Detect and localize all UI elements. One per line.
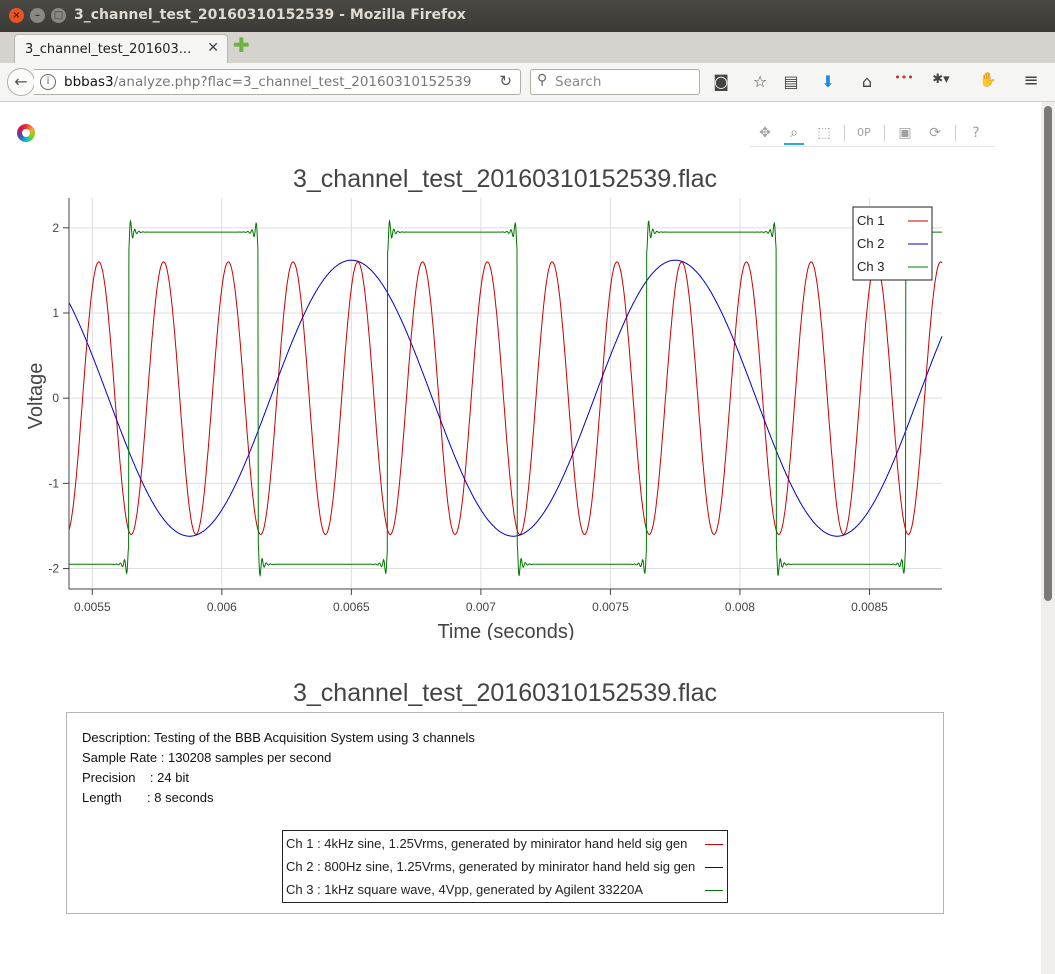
plot-legend: Ch 1 Ch 2 Ch 3 <box>852 206 933 281</box>
vertical-scrollbar[interactable] <box>1041 102 1055 974</box>
menu-icon[interactable]: ≡ <box>1021 70 1041 91</box>
y-tick-label: 2 <box>52 221 59 235</box>
bokeh-logo-icon[interactable] <box>17 124 35 142</box>
description-text: Description: Testing of the BBB Acquisit… <box>82 730 475 745</box>
window-close-button[interactable]: × <box>9 8 24 23</box>
navigation-bar: ← i bbbas3/analyze.php?flac=3_channel_te… <box>0 63 1055 102</box>
plot-toolbar: ✥ ⌕ ⬚ 0P ▣ ⟳ ? <box>750 120 995 147</box>
url-bar[interactable]: i bbbas3/analyze.php?flac=3_channel_test… <box>34 69 521 95</box>
y-axis-label: Voltage <box>25 363 47 430</box>
new-tab-icon[interactable]: ✚ <box>233 35 250 55</box>
channel-legend-item: Ch 1 : 4kHz sine, 1.25Vrms, generated by… <box>286 836 688 851</box>
back-arrow-icon[interactable]: ← <box>7 68 35 96</box>
save-icon[interactable]: ▣ <box>895 123 915 143</box>
extension-hand-icon[interactable]: ✋ <box>978 72 998 88</box>
sample-rate-text: Sample Rate : 130208 samples per second <box>82 750 332 765</box>
x-tick-label: 0.0055 <box>74 600 111 614</box>
channel-legend-swatch <box>705 844 723 845</box>
window-minimize-button[interactable]: – <box>30 8 45 23</box>
precision-text: Precision : 24 bit <box>82 770 189 785</box>
tab-label: 3_channel_test_201603... <box>25 42 192 57</box>
reading-list-icon[interactable]: ▤ <box>781 72 801 91</box>
search-placeholder: Search <box>555 74 602 90</box>
y-tick-label: 0 <box>52 391 59 405</box>
site-info-icon[interactable]: i <box>40 74 56 90</box>
plot-area <box>69 198 942 589</box>
legend-label: Ch 1 <box>857 213 884 228</box>
legend-label: Ch 3 <box>857 259 884 274</box>
browser-tab[interactable]: 3_channel_test_201603... ✕ <box>14 34 228 64</box>
x-tick-label: 0.0075 <box>592 600 629 614</box>
window-maximize-button[interactable]: □ <box>51 8 66 23</box>
scrollbar-thumb[interactable] <box>1044 106 1052 601</box>
y-tick-label: 1 <box>52 306 59 320</box>
info-title: 3_channel_test_20160310152539.flac <box>293 679 717 707</box>
box-zoom-icon[interactable]: ⌕ <box>784 123 804 145</box>
wheel-zoom-icon[interactable]: 0P <box>854 123 874 143</box>
x-tick-label: 0.0085 <box>851 600 888 614</box>
search-icon: ⚲ <box>537 72 548 88</box>
channel-legend-item: Ch 2 : 800Hz sine, 1.25Vrms, generated b… <box>286 859 696 874</box>
downloads-icon[interactable]: ⬇ <box>818 72 838 91</box>
help-icon[interactable]: ? <box>966 123 986 143</box>
x-tick-label: 0.008 <box>725 600 755 614</box>
window-titlebar: × – □ 3_channel_test_20160310152539 - Mo… <box>0 0 1055 32</box>
info-panel: Description: Testing of the BBB Acquisit… <box>66 712 944 914</box>
x-tick-label: 0.007 <box>466 600 496 614</box>
channel-legend-item: Ch 3 : 1kHz square wave, 4Vpp, generated… <box>286 882 644 897</box>
x-tick-label: 0.006 <box>207 600 237 614</box>
resize-icon[interactable]: ⬚ <box>814 123 834 143</box>
y-tick-label: -2 <box>48 562 59 576</box>
search-input[interactable]: ⚲ Search <box>530 69 700 95</box>
waveform-chart[interactable]: 0.0055 0.006 0.0065 0.007 0.0075 0.008 0.0085 -… <box>0 160 1010 640</box>
tab-strip: 3_channel_test_201603... ✕ <box>0 32 1055 64</box>
extension-bug-icon[interactable]: ✱▾ <box>931 72 951 87</box>
y-tick-label: -1 <box>48 476 59 490</box>
home-icon[interactable]: ⌂ <box>857 72 877 91</box>
pocket-icon[interactable]: ◙ <box>711 72 731 91</box>
channel-legend-swatch <box>705 867 723 868</box>
tab-close-icon[interactable]: ✕ <box>207 40 219 56</box>
bookmark-star-icon[interactable]: ☆ <box>750 72 770 91</box>
x-axis-label: Time (seconds) <box>437 621 574 640</box>
extension-dots-icon[interactable]: ••• <box>894 71 914 84</box>
length-text: Length : 8 seconds <box>82 790 214 805</box>
x-tick-label: 0.0065 <box>333 600 370 614</box>
legend-label: Ch 2 <box>857 236 884 251</box>
channel-legend: Ch 1 : 4kHz sine, 1.25Vrms, generated by… <box>282 830 728 903</box>
url-text[interactable]: bbbas3/analyze.php?flac=3_channel_test_2… <box>64 74 472 90</box>
pan-icon[interactable]: ✥ <box>755 123 775 143</box>
window-title: 3_channel_test_20160310152539 - Mozilla … <box>74 7 466 23</box>
channel-legend-swatch <box>705 890 723 891</box>
reset-icon[interactable]: ⟳ <box>925 123 945 143</box>
reload-icon[interactable]: ↻ <box>499 72 512 90</box>
